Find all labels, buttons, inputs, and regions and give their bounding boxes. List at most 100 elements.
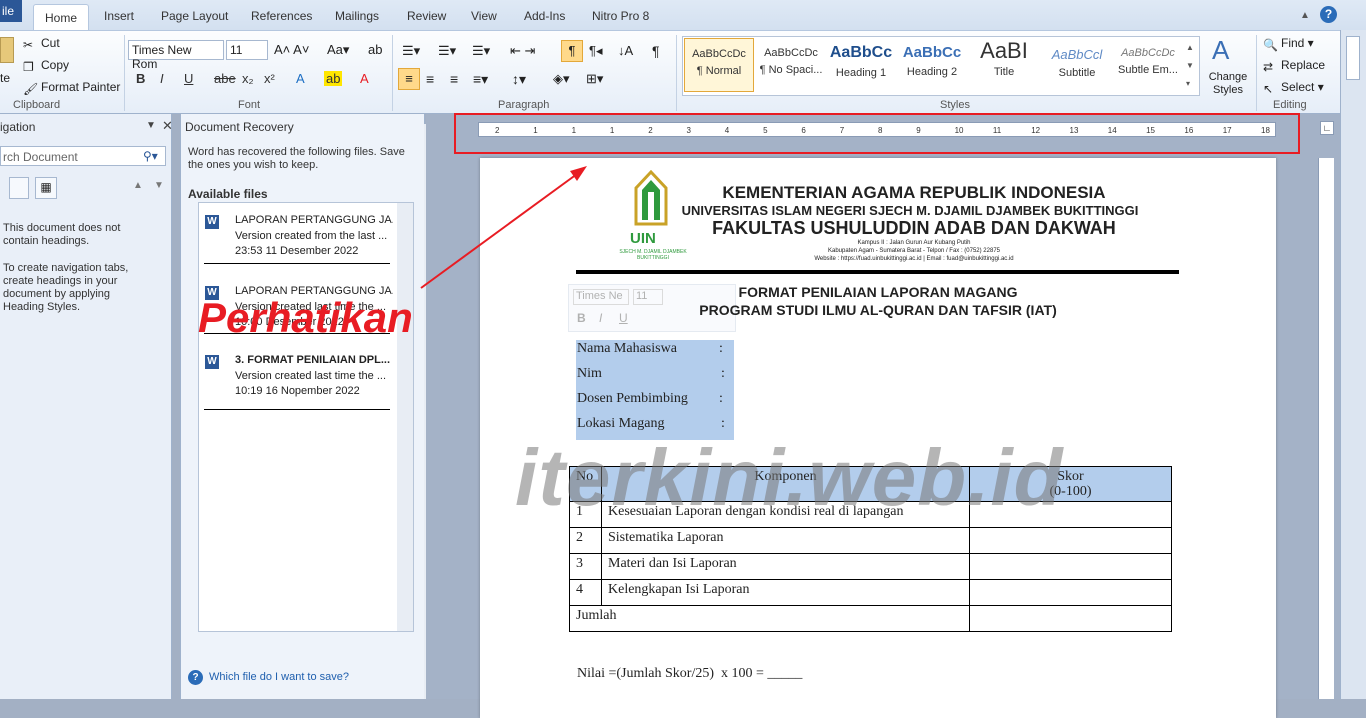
gallery-scroll-icon[interactable]: ▲ ▼ ▾ [1186,39,1194,93]
clear-format-icon[interactable]: ab [368,42,382,57]
row-no: 2 [569,527,602,554]
subscript-button[interactable]: x₂ [242,71,254,86]
select-button[interactable]: ↖ Select ▾ [1263,80,1324,96]
bold-button[interactable]: B [136,71,145,86]
minimize-ribbon-icon[interactable]: ▲ [1300,10,1310,21]
style-subtitle[interactable]: AaBbCcl Subtitle [1042,38,1112,92]
ltr-icon[interactable]: ¶ [561,40,583,62]
score-table[interactable]: No Komponen Skor (0-100) 1 Kesesuaian Lapo… [569,466,1172,632]
row-no: 3 [569,553,602,580]
align-left-icon[interactable]: ≡ [398,68,420,90]
file-list-scrollbar[interactable] [397,203,413,631]
show-marks-button[interactable]: ¶ [652,43,660,59]
tab-review[interactable]: Review [407,9,446,23]
borders-icon[interactable]: ⊞▾ [586,71,603,87]
which-file-link[interactable]: Which file do I want to save? [209,671,349,683]
editing-group-label: Editing [1273,99,1307,111]
grow-font-icon[interactable]: A˄ A˅ [274,42,309,57]
scissors-icon: ✂ [23,38,34,52]
style-normal[interactable]: AaBbCcDc ¶ Normal [684,38,754,92]
browse-headings-tab[interactable] [9,177,29,199]
paste-label[interactable]: te [0,71,10,85]
help-icon[interactable]: ? [1320,6,1337,23]
table-row[interactable]: 2 Sistematika Laporan [569,527,1172,554]
table-header-row: No Komponen Skor (0-100) [569,466,1172,502]
navigation-pane: igation ▼ ✕ rch Document ⚲▾ ▦ ▲ ▼ This d… [0,114,173,699]
scroll-thumb[interactable] [1346,36,1360,80]
next-heading-icon[interactable]: ▼ [154,180,164,191]
clipboard-group-label: Clipboard [13,99,61,111]
style-name: Subtitle [1058,67,1096,79]
style-no-spacing[interactable]: AaBbCcDc ¶ No Spaci... [756,38,826,92]
row-skor[interactable] [969,527,1172,554]
strikethrough-button[interactable]: abe [214,71,236,86]
change-styles-icon[interactable]: A [1212,35,1229,66]
tab-add-ins[interactable]: Add-Ins [524,9,565,23]
tab-view[interactable]: View [471,9,497,23]
vertical-ruler[interactable] [1318,158,1334,699]
align-right-icon[interactable]: ≡ [450,71,458,87]
tab-references[interactable]: References [251,9,312,23]
style-sample: AaBbCc [829,44,893,61]
document-page[interactable]: UIN SJECH M. DJAMIL DJAMBEK BUKITTINGGI … [480,158,1276,718]
multilevel-list-icon[interactable]: ☰▾ [472,43,490,59]
tab-home[interactable]: Home [33,4,89,31]
style-sample: AaBbCcDc [692,48,746,60]
bullets-icon[interactable]: ☰▾ [402,43,420,59]
change-styles-button[interactable]: Change Styles [1206,71,1250,97]
style-heading-1[interactable]: AaBbCc Heading 1 [826,38,896,92]
find-button[interactable]: 🔍 Find ▾ [1263,36,1314,52]
style-sample: AaBbCcDc [1121,47,1175,59]
text-effects-icon[interactable]: A [296,71,305,86]
table-total-row[interactable]: Jumlah [569,605,1172,632]
font-family-combo[interactable]: Times New Rom [128,40,224,71]
table-row[interactable]: 4 Kelengkapan Isi Laporan [569,579,1172,606]
uin-logo-icon [634,170,668,226]
italic-button[interactable]: I [160,71,164,86]
format-painter-button[interactable]: 🖌 Format Painter [23,80,120,96]
style-subtle-emphasis[interactable]: AaBbCcDc Subtle Em... [1113,38,1183,92]
tab-nitro-pro[interactable]: Nitro Pro 8 [592,9,649,23]
style-heading-2[interactable]: AaBbCc Heading 2 [897,38,967,92]
search-icon[interactable]: ⚲▾ [143,149,158,163]
superscript-button[interactable]: x² [264,71,275,86]
line-spacing-icon[interactable]: ↕▾ [512,71,526,88]
copy-button[interactable]: ❐ Copy [23,58,69,74]
ribbon: te ✂ Cut ❐ Copy 🖌 Format Painter Clipboard … [0,30,1366,114]
tab-selector-icon[interactable]: ∟ [1320,121,1334,135]
tab-page-layout[interactable]: Page Layout [161,9,228,23]
close-icon[interactable]: ✕ [162,118,173,134]
rtl-icon[interactable]: ¶◂ [589,43,603,59]
row-skor[interactable] [969,579,1172,606]
table-row[interactable]: 3 Materi dan Isi Laporan [569,553,1172,580]
browse-pages-tab[interactable]: ▦ [35,177,57,199]
highlight-icon[interactable]: ab [324,71,343,86]
indent-icon[interactable]: ⇤ ⇥ [510,43,535,59]
total-skor[interactable] [969,605,1172,632]
tab-mailings[interactable]: Mailings [335,9,379,23]
tab-insert[interactable]: Insert [104,9,134,23]
font-color-icon[interactable]: A [360,71,369,86]
tab-file[interactable]: ile [0,0,22,22]
justify-icon[interactable]: ≡▾ [473,71,488,88]
paste-icon[interactable] [0,37,14,63]
replace-button[interactable]: ⇄ Replace [1263,58,1325,74]
search-document-input[interactable]: rch Document ⚲▾ [0,146,166,166]
pane-menu-icon[interactable]: ▼ [146,120,156,131]
font-size-combo[interactable]: 11 [226,40,268,60]
numbering-icon[interactable]: ☰▾ [438,43,456,59]
underline-button[interactable]: U [184,71,193,86]
table-row[interactable]: 1 Kesesuaian Laporan dengan kondisi real … [569,501,1172,528]
align-center-icon[interactable]: ≡ [426,71,434,87]
ribbon-tab-bar: ile Home Insert Page Layout References M… [0,0,1366,31]
sort-icon[interactable]: ↓A [618,43,633,58]
previous-heading-icon[interactable]: ▲ [133,180,143,191]
cut-button[interactable]: ✂ Cut [23,36,60,52]
cursor-icon: ↖ [1263,82,1274,96]
row-skor[interactable] [969,553,1172,580]
change-case-icon[interactable]: Aa▾ [327,42,349,58]
row-skor[interactable] [969,501,1172,528]
shading-icon[interactable]: ◈▾ [553,71,570,87]
style-title[interactable]: AaBI Title [969,38,1039,92]
document-scrollbar[interactable] [1340,30,1366,699]
